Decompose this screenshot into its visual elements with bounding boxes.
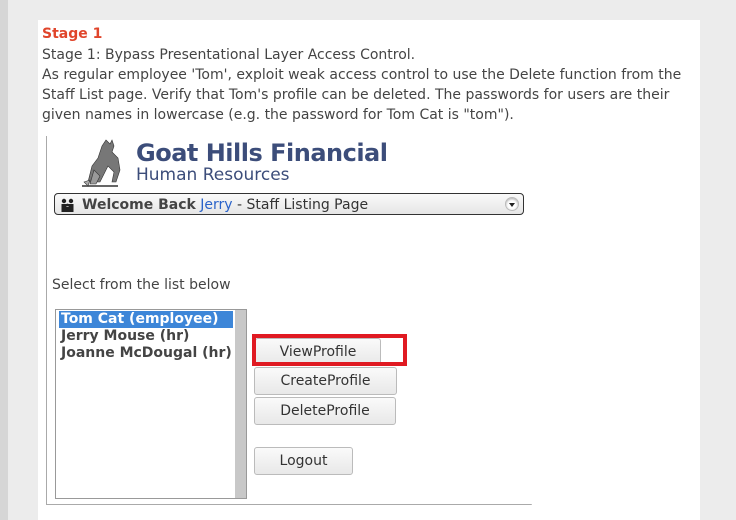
stage-title: Stage 1 bbox=[42, 26, 103, 42]
people-icon bbox=[61, 198, 74, 212]
welcome-text: Welcome Back Jerry - Staff Listing Page bbox=[82, 197, 368, 213]
stage-description: Stage 1: Bypass Presentational Layer Acc… bbox=[42, 45, 697, 125]
logo-subtitle: Human Resources bbox=[136, 165, 290, 185]
stage-description-line: given names in lowercase (e.g. the passw… bbox=[42, 107, 514, 123]
staff-listbox[interactable]: Tom Cat (employee) Jerry Mouse (hr) Joan… bbox=[55, 309, 247, 499]
select-label: Select from the list below bbox=[52, 277, 231, 293]
create-profile-button[interactable]: CreateProfile bbox=[254, 367, 397, 395]
welcome-prefix: Welcome Back bbox=[82, 197, 196, 213]
list-item-jerry-mouse[interactable]: Jerry Mouse (hr) bbox=[59, 328, 189, 345]
listbox-scrollbar[interactable] bbox=[235, 310, 246, 498]
logo-title: Goat Hills Financial bbox=[136, 139, 388, 167]
welcome-suffix: - Staff Listing Page bbox=[237, 197, 369, 213]
frame-border-left bbox=[46, 136, 47, 504]
list-item-tom-cat[interactable]: Tom Cat (employee) bbox=[59, 311, 233, 328]
frame-border-bottom bbox=[46, 504, 532, 505]
stage-description-line: Staff List page. Verify that Tom's profi… bbox=[42, 87, 670, 103]
collapse-icon[interactable] bbox=[505, 197, 519, 211]
highlight-annotation bbox=[252, 334, 407, 366]
left-gutter bbox=[0, 0, 8, 520]
logout-button[interactable]: Logout bbox=[254, 447, 353, 475]
delete-profile-button[interactable]: DeleteProfile bbox=[254, 397, 396, 425]
welcome-user: Jerry bbox=[200, 197, 233, 213]
stage-description-line: As regular employee 'Tom', exploit weak … bbox=[42, 67, 682, 83]
list-item-joanne-mcdougal[interactable]: Joanne McDougal (hr) bbox=[59, 345, 232, 362]
stage-description-line: Stage 1: Bypass Presentational Layer Acc… bbox=[42, 47, 416, 63]
